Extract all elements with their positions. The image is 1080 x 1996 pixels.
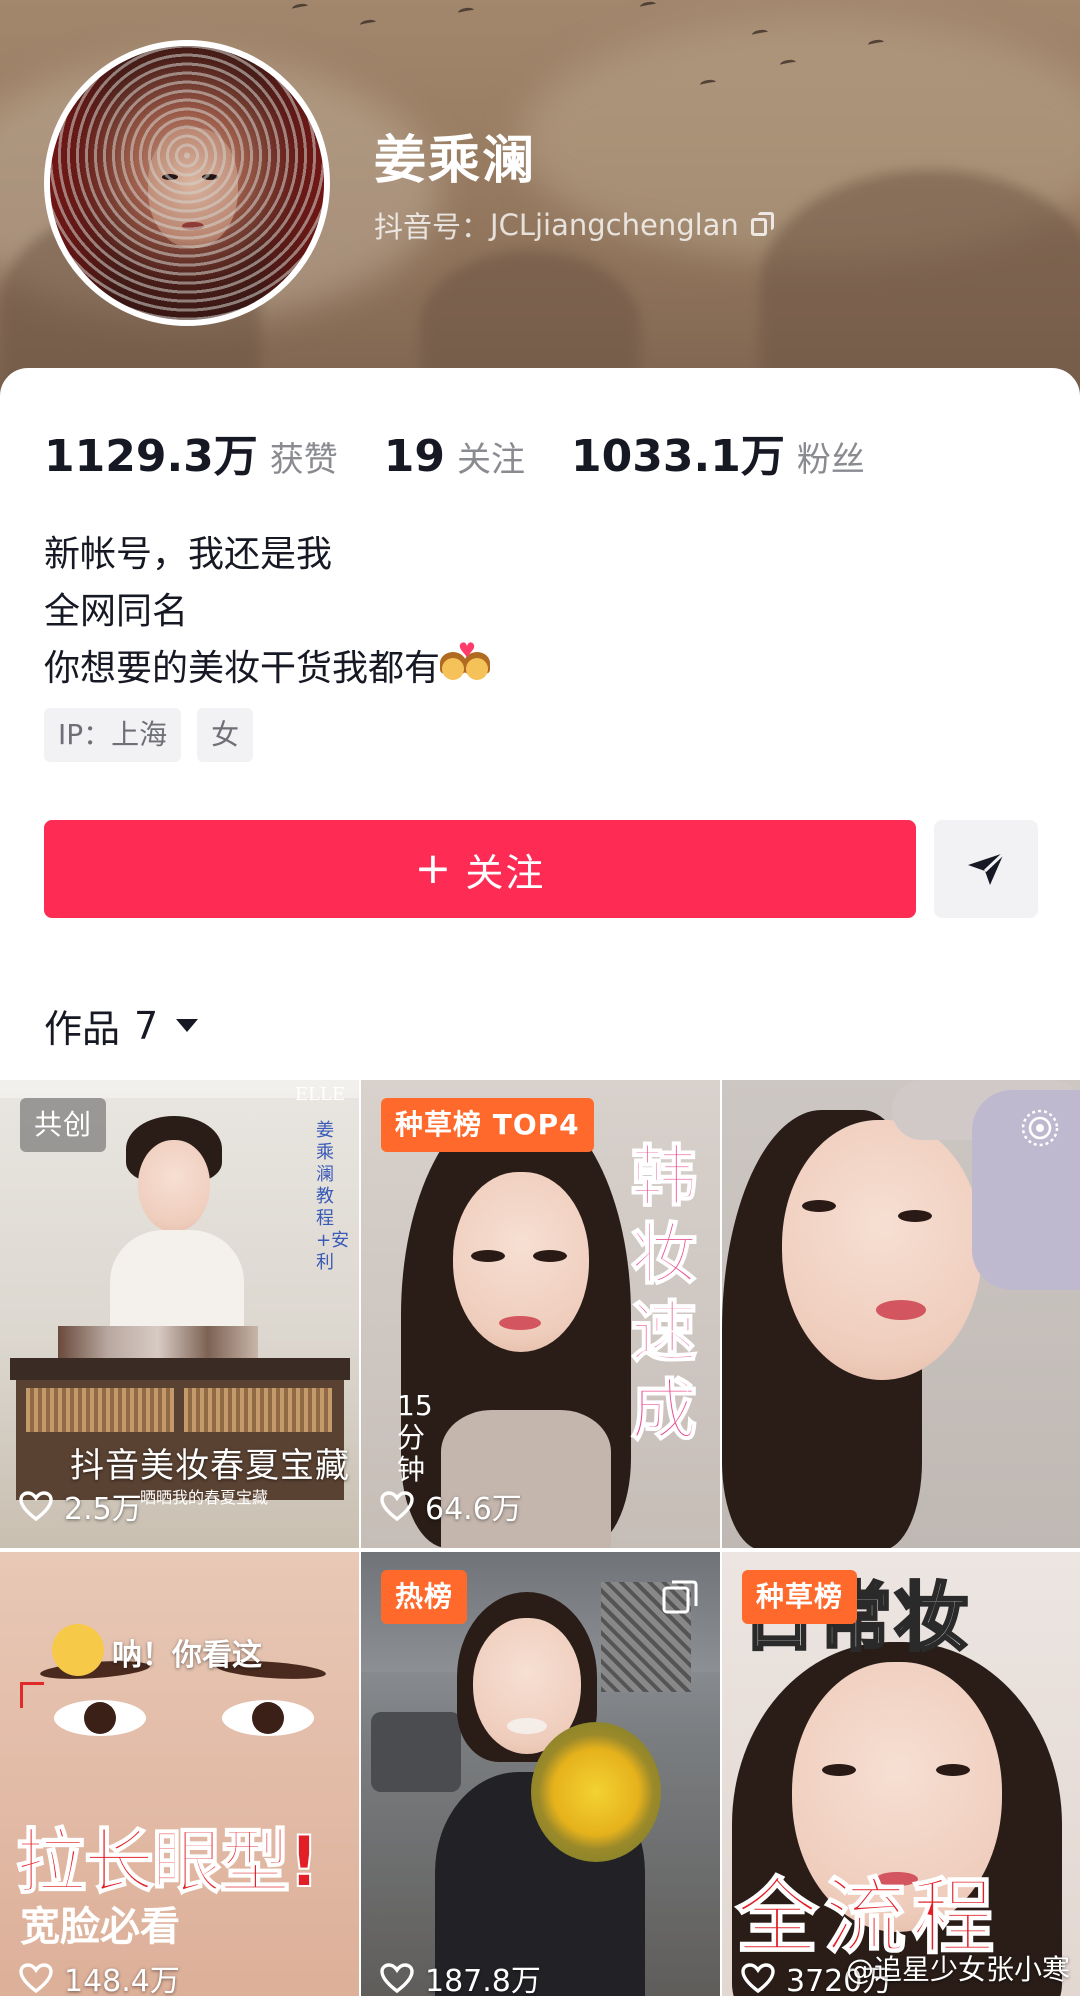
figure-eye bbox=[471, 1250, 505, 1262]
stat-following[interactable]: 19 关注 bbox=[384, 431, 525, 482]
profile-card: 1129.3万 获赞 19 关注 1033.1万 粉丝 新帐号，我还是我 全网同… bbox=[0, 368, 1080, 1080]
video-badge: 共创 bbox=[20, 1098, 107, 1152]
cover-title: 抖音美妆春夏宝藏 bbox=[70, 1446, 350, 1486]
watermark: @追星少女张小寒 bbox=[845, 1953, 1070, 1986]
douyin-id-value: JCLjiangchenglan bbox=[490, 208, 739, 242]
stats-row: 1129.3万 获赞 19 关注 1033.1万 粉丝 bbox=[44, 420, 911, 484]
likes-count: 64.6万 bbox=[425, 1492, 522, 1527]
stat-likes-label: 获赞 bbox=[269, 440, 338, 480]
stat-following-value: 19 bbox=[383, 431, 446, 482]
video-thumbnail[interactable]: ELLE 抖音美妆春夏宝藏 晒晒我的春夏宝藏 姜乘澜教程+安利 共创 2.5万 bbox=[0, 1080, 359, 1548]
likes-count: 2.5万 bbox=[64, 1492, 142, 1527]
douyin-id[interactable]: 抖音号： JCLjiangchenglan bbox=[374, 204, 777, 246]
table-drawer bbox=[26, 1388, 174, 1432]
bird-icon bbox=[359, 18, 377, 29]
video-badge: 热榜 bbox=[381, 1570, 468, 1624]
likes-count: 148.4万 bbox=[64, 1964, 180, 1996]
figure-mouth bbox=[876, 1300, 926, 1320]
video-thumbnail[interactable] bbox=[722, 1080, 1080, 1548]
works-tab-label: 作品 bbox=[44, 1007, 121, 1051]
cover-subtitle: 晒晒我的春夏宝藏 bbox=[140, 1488, 269, 1507]
video-grid: ELLE 抖音美妆春夏宝藏 晒晒我的春夏宝藏 姜乘澜教程+安利 共创 2.5万 … bbox=[0, 1080, 1080, 1996]
bird-icon bbox=[639, 0, 657, 11]
follow-button-label: 关注 bbox=[465, 850, 546, 895]
profile-tags: IP：上海 女 bbox=[44, 708, 269, 762]
bird-icon bbox=[291, 2, 309, 13]
stat-followers[interactable]: 1033.1万 粉丝 bbox=[571, 420, 865, 484]
video-likes: 187.8万 bbox=[379, 1956, 541, 1996]
bio-line: 你想要的美妆干货我都有 bbox=[44, 648, 441, 689]
table-top bbox=[10, 1358, 350, 1380]
cover-subtitle: 宽脸必看 bbox=[20, 1904, 180, 1950]
follow-button[interactable]: + 关注 bbox=[44, 820, 916, 918]
corner-marker bbox=[20, 1682, 44, 1708]
cover-title: 拉长眼型! bbox=[15, 1820, 321, 1904]
send-message-button[interactable] bbox=[934, 820, 1038, 918]
video-likes: 64.6万 bbox=[379, 1484, 522, 1528]
stat-following-label: 关注 bbox=[457, 440, 526, 480]
figure-eye bbox=[822, 1764, 856, 1776]
figure-iris bbox=[84, 1702, 116, 1734]
ip-location-tag: IP：上海 bbox=[44, 708, 182, 762]
cover-side-text: 15分钟 bbox=[397, 1389, 433, 1486]
video-likes: 148.4万 bbox=[18, 1956, 180, 1996]
cover-side-text: 姜乘澜教程+安利 bbox=[316, 1120, 350, 1273]
couple-with-heart-emoji-icon: ♥ bbox=[440, 640, 494, 688]
bio-line-with-emoji: 你想要的美妆干货我都有 ♥ bbox=[44, 640, 494, 697]
video-thumbnail[interactable]: 热榜 187.8万 bbox=[361, 1552, 720, 1996]
heart-outline-icon bbox=[741, 1963, 775, 1994]
video-badge: 种草榜 bbox=[742, 1570, 858, 1624]
video-thumbnail[interactable]: 呐！你看这 拉长眼型! 宽脸必看 148.4万 bbox=[0, 1552, 359, 1996]
copy-icon[interactable] bbox=[750, 212, 777, 238]
figure-mouth bbox=[499, 1316, 541, 1330]
heart-outline-icon bbox=[19, 1491, 53, 1522]
stat-followers-label: 粉丝 bbox=[796, 440, 865, 480]
profile-name: 姜乘澜 bbox=[374, 131, 537, 191]
banner-tree bbox=[760, 170, 1080, 400]
durian bbox=[531, 1722, 661, 1862]
video-thumbnail[interactable]: 韩妆速成 15分钟 种草榜 TOP4 64.6万 bbox=[361, 1080, 720, 1548]
video-likes: 2.5万 bbox=[18, 1484, 142, 1528]
stat-followers-value: 1033.1万 bbox=[571, 431, 785, 482]
stat-likes: 1129.3万 获赞 bbox=[44, 420, 338, 484]
figure-eye bbox=[533, 1250, 567, 1262]
cover-title: 韩妆速成 bbox=[630, 1137, 698, 1450]
multi-image-icon bbox=[662, 1580, 698, 1614]
thinking-face-emoji-icon bbox=[52, 1624, 104, 1676]
bird-icon bbox=[457, 6, 475, 17]
figure-eye bbox=[802, 1200, 836, 1212]
likes-count: 187.8万 bbox=[425, 1964, 541, 1996]
table-drawer bbox=[184, 1388, 332, 1432]
figure-face bbox=[782, 1120, 982, 1380]
plus-icon: + bbox=[414, 843, 454, 894]
cosmetics-row bbox=[58, 1326, 258, 1358]
bio-line: 全网同名 bbox=[44, 591, 189, 632]
heart-outline-icon bbox=[380, 1963, 414, 1994]
figure-eye bbox=[898, 1210, 932, 1222]
works-tab[interactable]: 作品 7 bbox=[44, 998, 199, 1053]
brand-logo: ELLE bbox=[294, 1084, 345, 1105]
profile-header-banner: 姜乘澜 抖音号： JCLjiangchenglan bbox=[0, 0, 1080, 400]
gender-tag: 女 bbox=[197, 708, 254, 762]
figure-eye bbox=[936, 1764, 970, 1776]
avatar-veil bbox=[50, 46, 324, 320]
avatar[interactable] bbox=[44, 40, 330, 326]
video-thumbnail[interactable]: 日常妆 全流程 种草榜 3720万 bbox=[722, 1552, 1080, 1996]
douyin-id-label: 抖音号： bbox=[374, 210, 491, 244]
bio: 新帐号，我还是我 全网同名 你想要的美妆干货我都有 ♥ bbox=[44, 526, 494, 697]
heart-outline-icon bbox=[380, 1491, 414, 1522]
background-car bbox=[371, 1712, 461, 1792]
live-photo-icon bbox=[1021, 1109, 1059, 1147]
caret-down-icon bbox=[176, 1019, 199, 1032]
figure-iris bbox=[252, 1702, 284, 1734]
works-count: 7 bbox=[134, 1003, 159, 1048]
heart-outline-icon bbox=[19, 1963, 53, 1994]
cover-top-text: 呐！你看这 bbox=[112, 1638, 262, 1673]
paper-plane-icon bbox=[968, 851, 1006, 885]
stat-likes-value: 1129.3万 bbox=[44, 431, 258, 482]
bio-line: 新帐号，我还是我 bbox=[44, 534, 333, 575]
video-badge: 种草榜 TOP4 bbox=[381, 1098, 594, 1152]
figure-face bbox=[138, 1140, 210, 1232]
figure-smile bbox=[507, 1718, 547, 1734]
